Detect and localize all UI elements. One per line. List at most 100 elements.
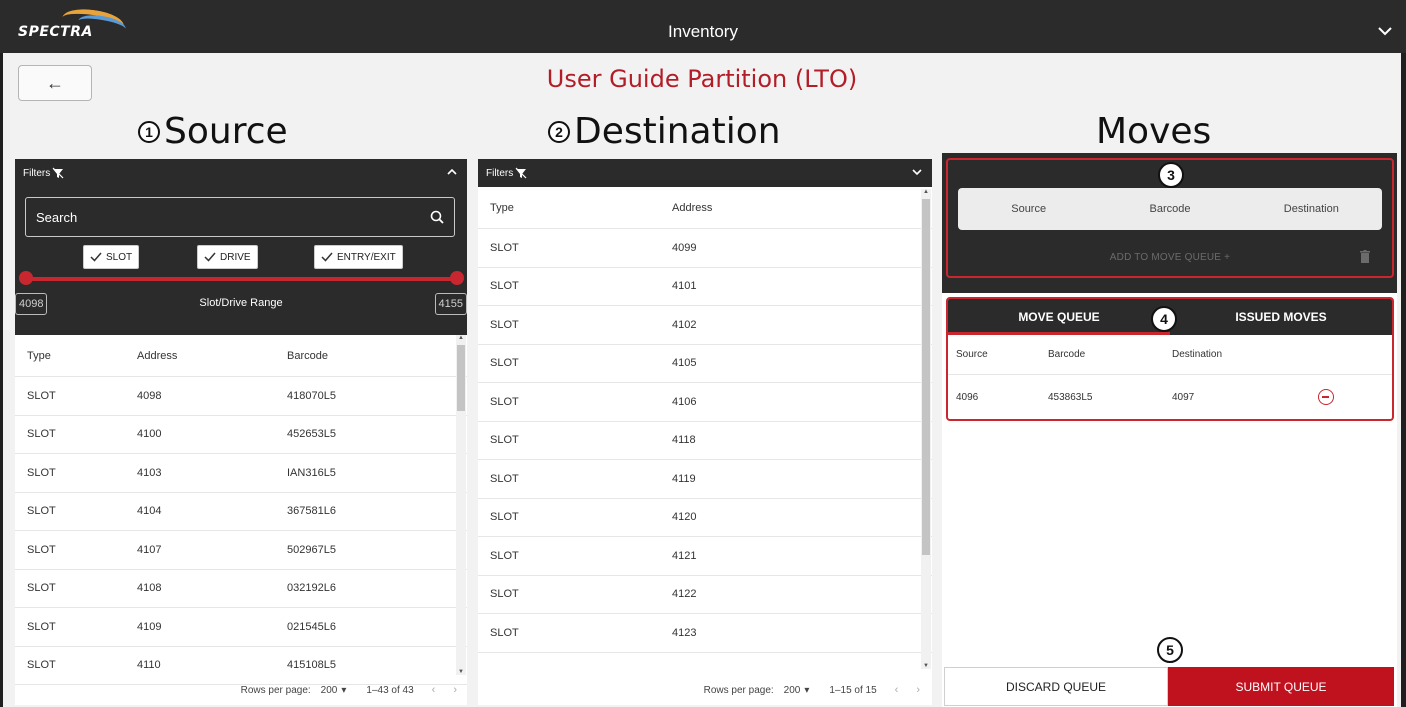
table-row[interactable]: SLOT 4104 367581L6 [15,493,467,531]
filter-off-icon [515,167,527,179]
col-type[interactable]: Type [478,202,672,214]
range-slider-min-thumb[interactable] [19,271,33,285]
table-row[interactable]: SLOT 4119 [478,460,932,499]
trash-icon[interactable] [1360,250,1370,263]
queue-destination: 4097 [1172,391,1195,403]
table-row[interactable]: SLOT 4106 [478,383,932,422]
table-row[interactable]: SLOT 4108 032192L6 [15,570,467,608]
discard-queue-button[interactable]: DISCARD QUEUE [944,667,1168,706]
cell-barcode: 021545L6 [287,620,336,633]
cell-address: 4123 [672,626,697,639]
cell-address: 4106 [672,395,697,408]
chevron-down-icon[interactable] [912,168,922,176]
app-title: Inventory [668,22,738,41]
cell-address: 4108 [137,582,162,595]
cell-address: 4107 [137,543,162,556]
cell-barcode: 032192L6 [287,582,336,595]
check-icon [90,252,102,262]
destination-panel: Filters Type Address SLOT 4099 SLOT 4101 SLO… [478,159,932,705]
table-row[interactable]: SLOT 4098 418070L5 [15,377,467,416]
move-builder-header: Source Barcode Destination [958,188,1382,230]
rows-per-page-select[interactable]: 200 ▾ [784,685,810,696]
top-bar: SPECTRA Inventory [0,0,1406,53]
table-row[interactable]: SLOT 4099 [478,229,932,268]
cell-address: 4104 [137,505,162,518]
range-slider-track[interactable] [25,277,457,281]
drive-checkbox[interactable]: DRIVE [197,245,258,269]
col-address[interactable]: Address [137,350,287,362]
next-page-button[interactable]: › [453,684,457,696]
destination-table-header: Type Address [478,187,932,229]
move-barcode-label: Barcode [1149,203,1191,215]
step-5-badge: 5 [1157,637,1183,663]
table-row[interactable]: SLOT 4101 [478,268,932,306]
inventory-page: ← User Guide Partition (LTO) 1 Source 2 … [3,53,1401,707]
range-max-field[interactable]: 4155 [434,293,467,315]
cell-type: SLOT [27,505,56,518]
destination-scrollbar[interactable]: ▲ ▼ [921,189,931,669]
prev-page-button[interactable]: ‹ [895,684,899,696]
cell-type: SLOT [490,318,519,331]
source-pagination: Rows per page: 200 ▾ 1–43 of 43 ‹ › [241,675,457,705]
cell-address: 4118 [672,434,696,447]
entry-exit-checkbox[interactable]: ENTRY/EXIT [314,245,403,269]
add-to-move-queue-button[interactable]: ADD TO MOVE QUEUE + [948,252,1392,263]
source-title: Source [164,111,288,152]
cell-type: SLOT [490,357,519,370]
destination-filters-bar[interactable]: Filters [478,159,932,187]
table-row[interactable]: SLOT 4121 [478,537,932,576]
prev-page-button[interactable]: ‹ [432,684,436,696]
slot-check-label: SLOT [106,251,133,263]
moves-title: Moves [1096,111,1212,152]
check-icon [204,252,216,262]
cell-type: SLOT [27,466,56,479]
cell-address: 4098 [137,389,162,402]
table-row[interactable]: SLOT 4120 [478,499,932,537]
table-row[interactable]: SLOT 4107 502967L5 [15,531,467,570]
cell-type: SLOT [490,395,519,408]
table-row[interactable]: SLOT 4109 021545L6 [15,608,467,647]
table-row[interactable]: SLOT 4123 [478,614,932,653]
table-row[interactable]: SLOT 4122 [478,576,932,614]
range-label: Slot/Drive Range [199,297,283,309]
table-row[interactable]: SLOT 4102 [478,306,932,345]
table-row[interactable]: SLOT 4103 IAN316L5 [15,454,467,493]
source-filters-bar[interactable]: Filters [15,159,467,187]
tab-move-queue[interactable]: MOVE QUEUE [948,299,1170,335]
cell-barcode: 415108L5 [287,659,336,672]
move-source-label: Source [1011,203,1047,215]
col-type[interactable]: Type [15,350,137,362]
cell-barcode: 367581L6 [287,505,336,518]
cell-address: 4122 [672,588,697,601]
chevron-down-icon[interactable] [1378,26,1392,36]
table-row[interactable]: SLOT 4100 452653L5 [15,416,467,454]
cell-address: 4121 [672,549,697,562]
submit-queue-button[interactable]: SUBMIT QUEUE [1168,667,1394,706]
tab-issued-moves[interactable]: ISSUED MOVES [1170,299,1392,335]
slot-checkbox[interactable]: SLOT [83,245,140,269]
next-page-button[interactable]: › [916,684,920,696]
col-address[interactable]: Address [672,202,892,214]
cell-type: SLOT [490,241,519,254]
cell-address: 4120 [672,511,697,524]
table-row[interactable]: SLOT 4118 [478,422,932,460]
cell-barcode: 418070L5 [287,389,336,402]
rows-per-page-select[interactable]: 200 ▾ [321,685,347,696]
table-row[interactable]: SLOT 4105 [478,345,932,383]
step-1-badge: 1 [138,120,160,143]
search-input[interactable]: Search [25,197,455,237]
filters-label: Filters [486,167,514,179]
rows-per-page-label: Rows per page: [240,684,311,696]
chevron-up-icon[interactable] [447,168,457,176]
cell-address: 4103 [137,466,162,479]
rows-value: 200 [783,684,801,696]
cell-type: SLOT [27,428,56,441]
destination-heading: 2 Destination [548,111,781,152]
move-destination-label: Destination [1283,203,1339,215]
remove-move-icon[interactable] [1318,389,1334,405]
range-slider-max-thumb[interactable] [450,271,464,285]
cell-type: SLOT [27,620,56,633]
source-scrollbar[interactable]: ▲ ▼ [456,335,466,675]
col-barcode[interactable]: Barcode [287,350,437,362]
partition-title: User Guide Partition (LTO) [546,65,858,93]
